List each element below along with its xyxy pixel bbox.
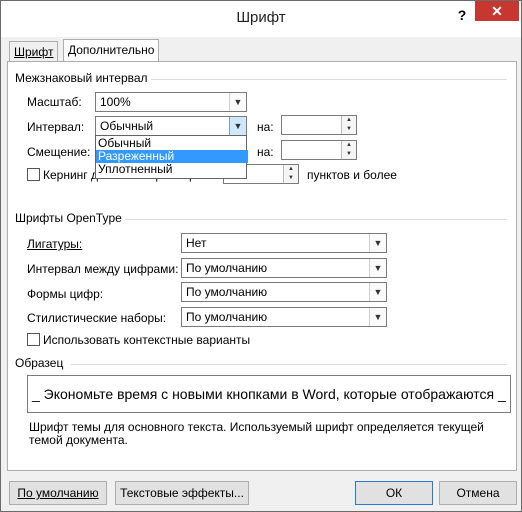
interval-combo[interactable]: Обычный ▼ [95, 116, 247, 136]
offset-by-spinner[interactable]: ▲ ▼ [281, 140, 357, 160]
preview-section-title: Образец [15, 356, 64, 370]
chevron-down-icon[interactable]: ▼ [369, 283, 386, 301]
interval-label: Интервал: [27, 120, 85, 134]
scale-combo[interactable]: 100% ▼ [95, 92, 247, 112]
interval-by-label: на: [257, 120, 274, 134]
number-forms-label: Формы цифр: [27, 287, 104, 301]
stylistic-sets-combo[interactable]: По умолчанию ▼ [181, 307, 387, 327]
section-divider [125, 219, 507, 220]
preview-box: _ Экономьте время с новыми кнопками в Wo… [27, 375, 511, 413]
offset-by-label: на: [257, 145, 274, 159]
text-effects-label: Текстовые эффекты... [120, 486, 244, 500]
dialog-title: Шрифт [236, 9, 286, 26]
set-default-label: По умолчанию [17, 486, 99, 500]
number-spacing-label: Интервал между цифрами: [27, 262, 179, 276]
number-spacing-combo[interactable]: По умолчанию ▼ [181, 258, 387, 278]
chevron-down-icon[interactable]: ▼ [229, 93, 246, 111]
dropdown-option-condensed[interactable]: Уплотненный [96, 163, 248, 176]
opentype-section-title: Шрифты OpenType [15, 211, 122, 225]
help-button[interactable]: ? [453, 6, 471, 24]
section-divider [151, 79, 507, 80]
preview-note: Шрифт темы для основного текста. Использ… [29, 420, 484, 447]
cancel-label: Отмена [456, 486, 500, 500]
tab-font-label: Шрифт [14, 45, 54, 59]
stylistic-sets-label: Стилистические наборы: [27, 311, 167, 325]
number-forms-combo[interactable]: По умолчанию ▼ [181, 282, 387, 302]
kerning-checkbox[interactable] [27, 168, 40, 181]
contextual-label: Использовать контекстные варианты [43, 333, 251, 347]
offset-label: Смещение: [27, 145, 91, 159]
ok-button[interactable]: ОК [355, 481, 433, 505]
tab-font[interactable]: Шрифт [9, 41, 59, 63]
interval-value: Обычный [100, 119, 154, 133]
font-dialog: Шрифт ? ✕ Шрифт Дополнительно Межзнаковы… [0, 0, 522, 512]
ligatures-combo[interactable]: Нет ▼ [181, 233, 387, 253]
ligatures-label: Лигатуры: [27, 237, 82, 251]
spinner-buttons: ▲ ▼ [341, 116, 356, 134]
spacing-section-title: Межзнаковый интервал [15, 71, 148, 85]
ok-label: ОК [385, 486, 403, 500]
section-divider [71, 364, 507, 365]
spinner-buttons: ▲ ▼ [341, 141, 356, 159]
close-button[interactable]: ✕ [475, 1, 519, 21]
spin-down-icon[interactable]: ▼ [342, 125, 356, 134]
number-spacing-value: По умолчанию [186, 261, 268, 275]
chevron-down-icon[interactable]: ▼ [369, 308, 386, 326]
preview-text: _ Экономьте время с новыми кнопками в Wo… [32, 386, 506, 402]
ligatures-value: Нет [186, 236, 207, 250]
cancel-button[interactable]: Отмена [439, 481, 517, 505]
spin-down-icon[interactable]: ▼ [342, 150, 356, 159]
tab-advanced[interactable]: Дополнительно [63, 39, 160, 63]
chevron-down-icon[interactable]: ▼ [369, 259, 386, 277]
spin-up-icon[interactable]: ▲ [342, 116, 356, 125]
ligatures-label-text: Лигатуры: [27, 237, 83, 251]
interval-dropdown-list: Обычный Разреженный Уплотненный [95, 135, 248, 179]
set-default-button[interactable]: По умолчанию [9, 481, 107, 505]
tab-advanced-label: Дополнительно [68, 43, 155, 57]
text-effects-button[interactable]: Текстовые эффекты... [115, 481, 249, 505]
chevron-down-icon[interactable]: ▼ [229, 117, 246, 135]
scale-label: Масштаб: [27, 95, 82, 109]
spin-down-icon[interactable]: ▼ [284, 174, 298, 183]
number-forms-value: По умолчанию [186, 285, 268, 299]
scale-value: 100% [100, 95, 131, 109]
kerning-suffix: пунктов и более [307, 168, 397, 182]
title-bar: Шрифт ? ✕ [1, 1, 521, 37]
chevron-down-icon[interactable]: ▼ [369, 234, 386, 252]
spin-up-icon[interactable]: ▲ [342, 141, 356, 150]
spin-up-icon[interactable]: ▲ [284, 165, 298, 174]
interval-by-spinner[interactable]: ▲ ▼ [281, 115, 357, 135]
spinner-buttons: ▲ ▼ [283, 165, 298, 183]
contextual-checkbox[interactable] [27, 333, 40, 346]
stylistic-sets-value: По умолчанию [186, 310, 268, 324]
